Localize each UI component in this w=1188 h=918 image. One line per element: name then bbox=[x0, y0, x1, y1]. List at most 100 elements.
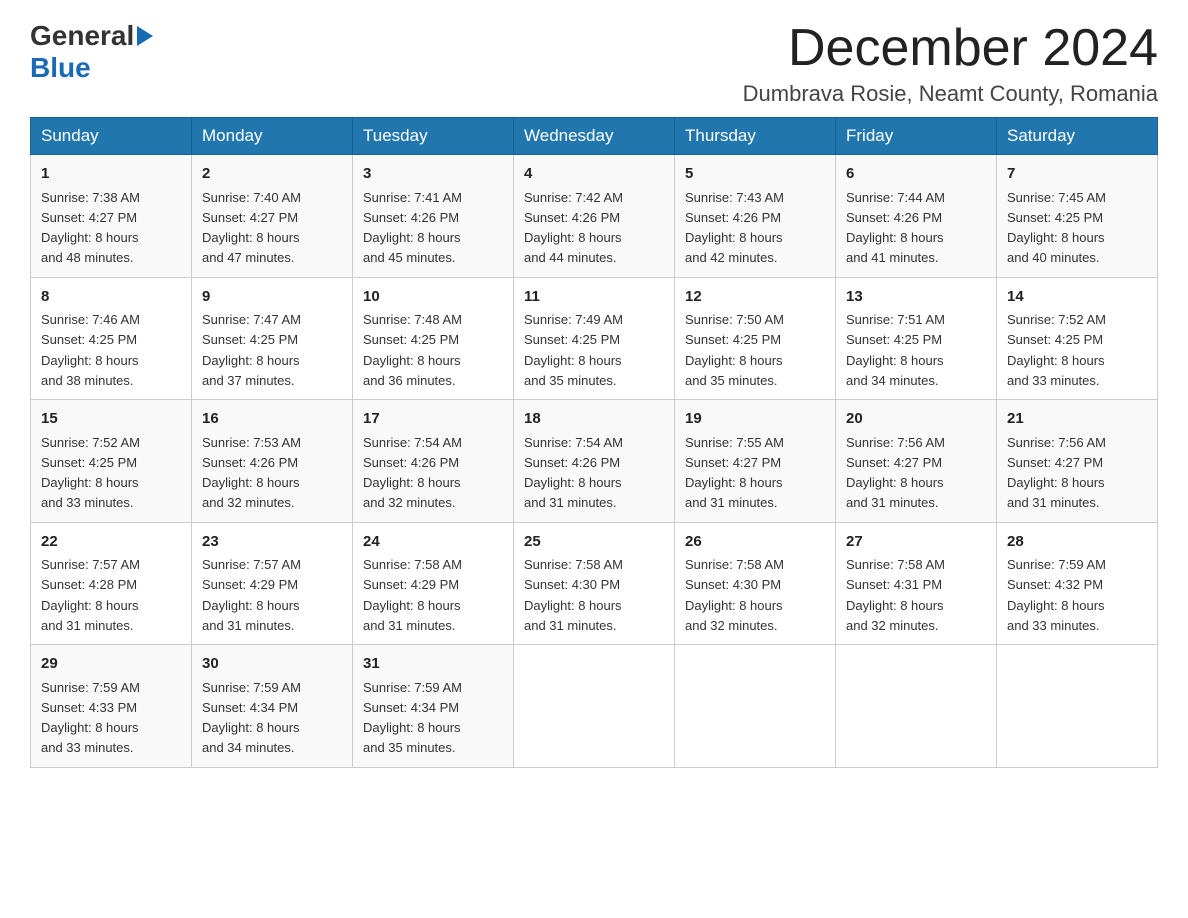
page-header: General Blue December 2024 Dumbrava Rosi… bbox=[30, 20, 1158, 107]
col-thursday: Thursday bbox=[675, 118, 836, 155]
col-wednesday: Wednesday bbox=[514, 118, 675, 155]
calendar-cell: 14 Sunrise: 7:52 AMSunset: 4:25 PMDaylig… bbox=[997, 277, 1158, 400]
calendar-cell bbox=[836, 645, 997, 768]
calendar-week-row: 29 Sunrise: 7:59 AMSunset: 4:33 PMDaylig… bbox=[31, 645, 1158, 768]
day-info: Sunrise: 7:53 AMSunset: 4:26 PMDaylight:… bbox=[202, 435, 301, 511]
day-info: Sunrise: 7:54 AMSunset: 4:26 PMDaylight:… bbox=[524, 435, 623, 511]
day-info: Sunrise: 7:51 AMSunset: 4:25 PMDaylight:… bbox=[846, 312, 945, 388]
day-number: 6 bbox=[846, 163, 986, 186]
day-number: 30 bbox=[202, 653, 342, 676]
day-info: Sunrise: 7:57 AMSunset: 4:29 PMDaylight:… bbox=[202, 557, 301, 633]
col-saturday: Saturday bbox=[997, 118, 1158, 155]
calendar-cell: 1 Sunrise: 7:38 AMSunset: 4:27 PMDayligh… bbox=[31, 155, 192, 278]
calendar-cell: 4 Sunrise: 7:42 AMSunset: 4:26 PMDayligh… bbox=[514, 155, 675, 278]
day-info: Sunrise: 7:41 AMSunset: 4:26 PMDaylight:… bbox=[363, 190, 462, 266]
day-info: Sunrise: 7:59 AMSunset: 4:32 PMDaylight:… bbox=[1007, 557, 1106, 633]
col-friday: Friday bbox=[836, 118, 997, 155]
day-info: Sunrise: 7:42 AMSunset: 4:26 PMDaylight:… bbox=[524, 190, 623, 266]
day-info: Sunrise: 7:44 AMSunset: 4:26 PMDaylight:… bbox=[846, 190, 945, 266]
day-number: 9 bbox=[202, 286, 342, 309]
day-number: 13 bbox=[846, 286, 986, 309]
col-monday: Monday bbox=[192, 118, 353, 155]
calendar-cell: 29 Sunrise: 7:59 AMSunset: 4:33 PMDaylig… bbox=[31, 645, 192, 768]
title-area: December 2024 Dumbrava Rosie, Neamt Coun… bbox=[743, 20, 1158, 107]
day-info: Sunrise: 7:52 AMSunset: 4:25 PMDaylight:… bbox=[1007, 312, 1106, 388]
calendar-header-row: Sunday Monday Tuesday Wednesday Thursday… bbox=[31, 118, 1158, 155]
day-number: 25 bbox=[524, 531, 664, 554]
day-info: Sunrise: 7:59 AMSunset: 4:33 PMDaylight:… bbox=[41, 680, 140, 756]
logo-arrow-icon bbox=[137, 26, 153, 46]
day-number: 29 bbox=[41, 653, 181, 676]
calendar-cell: 18 Sunrise: 7:54 AMSunset: 4:26 PMDaylig… bbox=[514, 400, 675, 523]
day-info: Sunrise: 7:43 AMSunset: 4:26 PMDaylight:… bbox=[685, 190, 784, 266]
day-info: Sunrise: 7:59 AMSunset: 4:34 PMDaylight:… bbox=[363, 680, 462, 756]
calendar-cell: 9 Sunrise: 7:47 AMSunset: 4:25 PMDayligh… bbox=[192, 277, 353, 400]
calendar-cell: 16 Sunrise: 7:53 AMSunset: 4:26 PMDaylig… bbox=[192, 400, 353, 523]
calendar-cell: 30 Sunrise: 7:59 AMSunset: 4:34 PMDaylig… bbox=[192, 645, 353, 768]
day-info: Sunrise: 7:58 AMSunset: 4:31 PMDaylight:… bbox=[846, 557, 945, 633]
day-number: 14 bbox=[1007, 286, 1147, 309]
month-title: December 2024 bbox=[743, 20, 1158, 77]
calendar-cell: 8 Sunrise: 7:46 AMSunset: 4:25 PMDayligh… bbox=[31, 277, 192, 400]
calendar-cell: 6 Sunrise: 7:44 AMSunset: 4:26 PMDayligh… bbox=[836, 155, 997, 278]
col-tuesday: Tuesday bbox=[353, 118, 514, 155]
calendar-cell bbox=[514, 645, 675, 768]
calendar-cell: 15 Sunrise: 7:52 AMSunset: 4:25 PMDaylig… bbox=[31, 400, 192, 523]
day-number: 4 bbox=[524, 163, 664, 186]
day-number: 7 bbox=[1007, 163, 1147, 186]
day-number: 24 bbox=[363, 531, 503, 554]
day-number: 5 bbox=[685, 163, 825, 186]
calendar-cell: 24 Sunrise: 7:58 AMSunset: 4:29 PMDaylig… bbox=[353, 522, 514, 645]
calendar-cell: 5 Sunrise: 7:43 AMSunset: 4:26 PMDayligh… bbox=[675, 155, 836, 278]
day-info: Sunrise: 7:54 AMSunset: 4:26 PMDaylight:… bbox=[363, 435, 462, 511]
day-number: 16 bbox=[202, 408, 342, 431]
day-number: 2 bbox=[202, 163, 342, 186]
calendar-cell: 25 Sunrise: 7:58 AMSunset: 4:30 PMDaylig… bbox=[514, 522, 675, 645]
logo: General Blue bbox=[30, 20, 156, 84]
calendar-cell: 28 Sunrise: 7:59 AMSunset: 4:32 PMDaylig… bbox=[997, 522, 1158, 645]
day-number: 8 bbox=[41, 286, 181, 309]
day-number: 20 bbox=[846, 408, 986, 431]
day-info: Sunrise: 7:58 AMSunset: 4:30 PMDaylight:… bbox=[685, 557, 784, 633]
day-number: 17 bbox=[363, 408, 503, 431]
day-number: 19 bbox=[685, 408, 825, 431]
calendar-cell: 13 Sunrise: 7:51 AMSunset: 4:25 PMDaylig… bbox=[836, 277, 997, 400]
day-number: 22 bbox=[41, 531, 181, 554]
col-sunday: Sunday bbox=[31, 118, 192, 155]
logo-blue-text: Blue bbox=[30, 52, 91, 83]
calendar-cell: 26 Sunrise: 7:58 AMSunset: 4:30 PMDaylig… bbox=[675, 522, 836, 645]
calendar-cell: 7 Sunrise: 7:45 AMSunset: 4:25 PMDayligh… bbox=[997, 155, 1158, 278]
day-number: 1 bbox=[41, 163, 181, 186]
calendar-cell: 21 Sunrise: 7:56 AMSunset: 4:27 PMDaylig… bbox=[997, 400, 1158, 523]
day-info: Sunrise: 7:50 AMSunset: 4:25 PMDaylight:… bbox=[685, 312, 784, 388]
day-info: Sunrise: 7:59 AMSunset: 4:34 PMDaylight:… bbox=[202, 680, 301, 756]
day-info: Sunrise: 7:52 AMSunset: 4:25 PMDaylight:… bbox=[41, 435, 140, 511]
calendar-cell: 20 Sunrise: 7:56 AMSunset: 4:27 PMDaylig… bbox=[836, 400, 997, 523]
calendar-week-row: 1 Sunrise: 7:38 AMSunset: 4:27 PMDayligh… bbox=[31, 155, 1158, 278]
day-info: Sunrise: 7:40 AMSunset: 4:27 PMDaylight:… bbox=[202, 190, 301, 266]
day-number: 18 bbox=[524, 408, 664, 431]
location-subtitle: Dumbrava Rosie, Neamt County, Romania bbox=[743, 81, 1158, 107]
calendar-cell: 2 Sunrise: 7:40 AMSunset: 4:27 PMDayligh… bbox=[192, 155, 353, 278]
day-info: Sunrise: 7:58 AMSunset: 4:29 PMDaylight:… bbox=[363, 557, 462, 633]
calendar-cell bbox=[675, 645, 836, 768]
day-number: 28 bbox=[1007, 531, 1147, 554]
calendar-cell: 27 Sunrise: 7:58 AMSunset: 4:31 PMDaylig… bbox=[836, 522, 997, 645]
day-info: Sunrise: 7:49 AMSunset: 4:25 PMDaylight:… bbox=[524, 312, 623, 388]
day-info: Sunrise: 7:47 AMSunset: 4:25 PMDaylight:… bbox=[202, 312, 301, 388]
calendar-cell: 3 Sunrise: 7:41 AMSunset: 4:26 PMDayligh… bbox=[353, 155, 514, 278]
calendar-cell: 19 Sunrise: 7:55 AMSunset: 4:27 PMDaylig… bbox=[675, 400, 836, 523]
day-info: Sunrise: 7:38 AMSunset: 4:27 PMDaylight:… bbox=[41, 190, 140, 266]
calendar-cell: 10 Sunrise: 7:48 AMSunset: 4:25 PMDaylig… bbox=[353, 277, 514, 400]
day-number: 10 bbox=[363, 286, 503, 309]
calendar-cell: 17 Sunrise: 7:54 AMSunset: 4:26 PMDaylig… bbox=[353, 400, 514, 523]
day-info: Sunrise: 7:56 AMSunset: 4:27 PMDaylight:… bbox=[1007, 435, 1106, 511]
day-number: 27 bbox=[846, 531, 986, 554]
calendar-cell: 22 Sunrise: 7:57 AMSunset: 4:28 PMDaylig… bbox=[31, 522, 192, 645]
day-number: 3 bbox=[363, 163, 503, 186]
logo-general-text: General bbox=[30, 20, 134, 52]
calendar-table: Sunday Monday Tuesday Wednesday Thursday… bbox=[30, 117, 1158, 768]
calendar-cell: 31 Sunrise: 7:59 AMSunset: 4:34 PMDaylig… bbox=[353, 645, 514, 768]
day-info: Sunrise: 7:46 AMSunset: 4:25 PMDaylight:… bbox=[41, 312, 140, 388]
day-number: 12 bbox=[685, 286, 825, 309]
